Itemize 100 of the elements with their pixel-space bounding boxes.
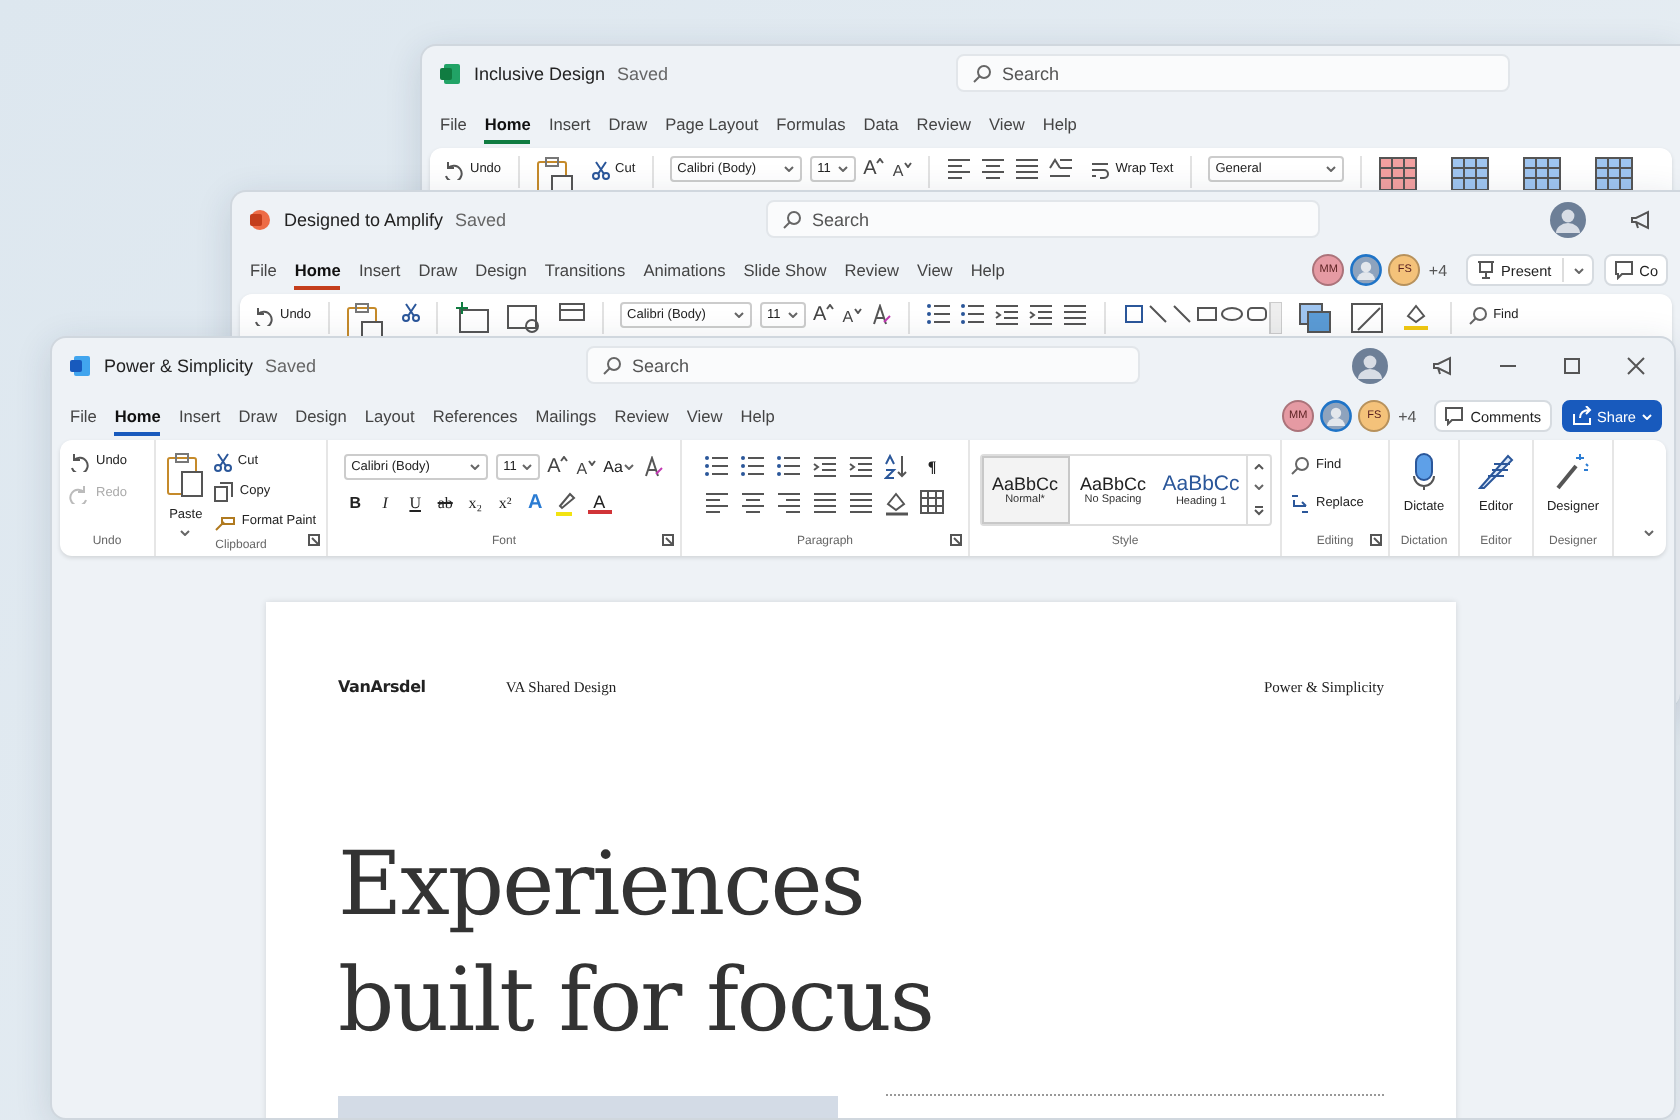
shrink-font-button[interactable]: A [892,162,912,180]
caret-icon[interactable] [1253,484,1263,491]
shapes-gallery-icon[interactable] [1121,302,1282,334]
ribbon-tab[interactable]: Draw [418,251,458,289]
align-right-icon[interactable] [776,490,802,516]
ribbon-tab[interactable]: Home [294,251,341,289]
effects-button[interactable]: A [523,490,548,516]
caret-icon[interactable] [1644,530,1654,536]
numbered-list-icon[interactable] [740,454,766,480]
bulleted-list-icon[interactable] [704,454,730,480]
megaphone-icon[interactable] [1432,355,1454,375]
new-slide-icon[interactable] [453,302,490,334]
ribbon-tab[interactable]: View [686,397,723,435]
ribbon-tab[interactable]: Design [475,251,527,289]
ribbon-tab[interactable]: View [916,251,953,289]
borders-icon[interactable] [920,490,946,516]
search-field[interactable]: Search [586,346,1140,384]
color-button[interactable]: A [587,492,612,514]
close-icon[interactable] [1626,355,1646,375]
ribbon-tab[interactable]: Page Layout [665,105,759,143]
justify-icon[interactable] [812,490,838,516]
ribbon-tab[interactable]: Review [614,397,669,435]
bulleted-list-icon[interactable] [925,302,952,328]
align-top-icon[interactable] [945,156,972,182]
shading-icon[interactable] [884,490,910,516]
shrink-font-button[interactable]: A [576,460,596,478]
search-field[interactable]: Search [956,54,1510,92]
table-icon[interactable] [1377,156,1418,192]
ribbon-tab[interactable]: Help [1042,105,1077,143]
increase-indent-icon[interactable] [1027,302,1054,328]
ribbon-tab[interactable]: Insert [178,397,221,435]
ribbon-tab[interactable]: Animations [643,251,726,289]
bold-button[interactable]: B [343,490,368,516]
italic-button[interactable]: I [373,490,398,516]
scroll-up-icon[interactable] [1253,463,1263,470]
grow-font-button[interactable]: A [813,304,835,326]
multilevel-list-icon[interactable] [776,454,802,480]
ribbon-tab[interactable]: Help [740,397,775,435]
quick-styles-icon[interactable] [1349,302,1386,334]
line-spacing-icon[interactable] [1061,302,1088,328]
ribbon-tab[interactable]: Home [114,397,161,435]
sort-icon[interactable] [884,454,910,480]
ribbon-tab[interactable]: File [440,105,467,143]
arrange-icon[interactable] [1297,302,1334,334]
align-left-icon[interactable] [704,490,730,516]
grow-font-button[interactable]: A [863,158,885,180]
collaborator-avatar[interactable] [1350,254,1383,286]
decrease-indent-icon[interactable] [993,302,1020,328]
ribbon-tab[interactable]: File [250,251,277,289]
scissors-icon[interactable] [401,302,420,322]
layout-icon[interactable] [557,302,586,322]
user-avatar[interactable] [1352,347,1388,383]
dialog-launcher-icon[interactable] [662,534,674,546]
ribbon-tab[interactable]: Help [970,251,1005,289]
change-case-button[interactable]: Aa [603,454,635,480]
ribbon-tab[interactable]: Data [863,105,899,143]
ribbon-tab[interactable]: Insert [358,251,401,289]
ribbon-tab[interactable]: Transitions [544,251,626,289]
maximize-icon[interactable] [1562,355,1582,375]
ribbon-tab[interactable]: Draw [608,105,648,143]
decrease-indent-icon[interactable] [812,454,838,480]
dialog-launcher-icon[interactable] [308,534,320,546]
user-avatar[interactable] [1550,201,1586,237]
megaphone-icon[interactable] [1630,209,1652,229]
strike-button[interactable]: ab [433,490,458,516]
ribbon-tab[interactable]: Layout [364,397,415,435]
ribbon-tab[interactable]: View [989,105,1025,143]
dialog-launcher-icon[interactable] [1370,534,1382,546]
increase-indent-icon[interactable] [848,454,874,480]
grow-font-button[interactable]: A [547,456,569,478]
subscript-button[interactable]: x₂ [463,490,488,516]
ribbon-tab[interactable]: Insert [548,105,591,143]
ribbon-tab[interactable]: References [432,397,518,435]
align-middle-icon[interactable] [979,156,1006,182]
ribbon-tab[interactable]: Draw [238,397,278,435]
slide-gallery-icon[interactable] [505,302,542,334]
table-icon[interactable] [1449,156,1490,192]
ribbon-tab[interactable]: Design [295,397,347,435]
collaborator-avatar[interactable] [1320,400,1353,432]
ribbon-tab[interactable]: Mailings [535,397,597,435]
line-spacing-icon[interactable] [848,490,874,516]
show-formatting-marks-button[interactable]: ¶ [920,454,944,480]
clear-formatting-icon[interactable] [642,456,665,478]
superscript-button[interactable]: x² [493,490,518,516]
more-icon[interactable] [1253,506,1263,517]
shrink-font-button[interactable]: A [842,308,862,326]
ribbon-tab[interactable]: Home [484,105,531,143]
search-field[interactable]: Search [766,200,1320,238]
ribbon-tab[interactable]: File [70,397,97,435]
numbered-list-icon[interactable] [959,302,986,328]
table-icon[interactable] [1521,156,1562,192]
ribbon-tab[interactable]: Review [916,105,971,143]
clear-formatting-icon[interactable] [869,304,892,326]
table-icon[interactable] [1593,156,1634,192]
text-orientation-icon[interactable] [1047,156,1074,182]
shape-fill-icon[interactable] [1401,302,1434,330]
dialog-launcher-icon[interactable] [950,534,962,546]
align-center-icon[interactable] [740,490,766,516]
underline-button[interactable]: U [403,490,428,516]
align-bottom-icon[interactable] [1013,156,1040,182]
